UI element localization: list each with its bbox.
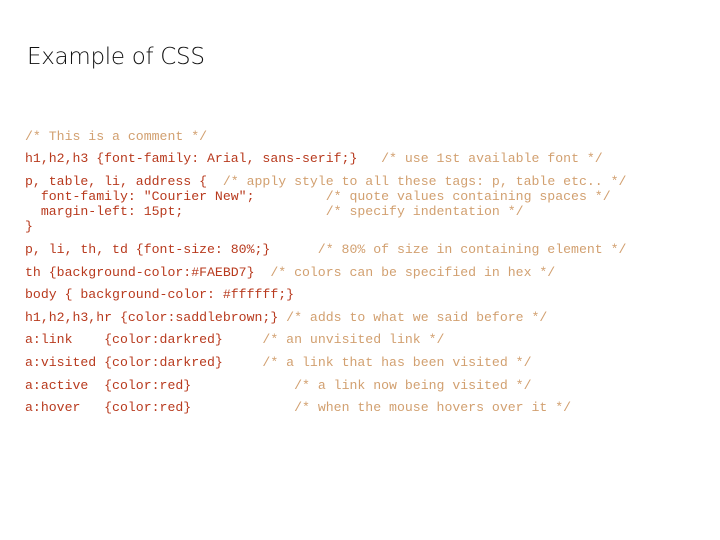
code-text: h1,h2,h3 {font-family: Arial, sans-serif… <box>25 151 358 166</box>
code-line: h1,h2,h3,hr {color:saddlebrown;} /* adds… <box>25 310 547 325</box>
code-text: a:link {color:darkred} <box>25 332 223 347</box>
code-line: a:hover {color:red} /* when the mouse ho… <box>25 400 571 415</box>
code-line: a:visited {color:darkred} /* a link that… <box>25 355 532 370</box>
code-text: p, li, th, td {font-size: 80%;} <box>25 242 271 257</box>
code-line: } <box>25 219 33 234</box>
code-comment: /* 80% of size in containing element */ <box>270 242 627 257</box>
code-text: th {background-color:#FAEBD7} <box>25 265 255 280</box>
code-line: h1,h2,h3 {font-family: Arial, sans-serif… <box>25 151 603 166</box>
code-text: a:active {color:red} <box>25 378 192 393</box>
code-text: } <box>25 219 33 234</box>
code-text: a:hover {color:red} <box>25 400 192 415</box>
code-comment: /* a link now being visited */ <box>191 378 532 393</box>
code-text: body { background-color: #ffffff;} <box>25 287 295 302</box>
code-comment: /* an unvisited link */ <box>222 332 445 347</box>
code-comment: /* adds to what we said before */ <box>278 310 548 325</box>
code-line: /* This is a comment */ <box>25 129 207 144</box>
code-line: p, li, th, td {font-size: 80%;} /* 80% o… <box>25 242 626 257</box>
code-comment: /* specify indentation */ <box>183 204 524 219</box>
css-code-block: /* This is a comment */ h1,h2,h3 {font-f… <box>25 0 715 415</box>
code-comment: /* a link that has been visited */ <box>222 355 532 370</box>
code-line: a:active {color:red} /* a link now being… <box>25 378 532 393</box>
code-text: font-family: "Courier New"; <box>25 189 255 204</box>
code-line: a:link {color:darkred} /* an unvisited l… <box>25 332 444 347</box>
code-text: h1,h2,h3,hr {color:saddlebrown;} <box>25 310 279 325</box>
code-comment: /* use 1st available font */ <box>357 151 603 166</box>
code-comment: /* apply style to all these tags: p, tab… <box>222 174 627 189</box>
code-text: p, table, li, address { <box>25 174 223 189</box>
code-comment: /* quote values containing spaces */ <box>254 189 611 204</box>
code-comment: /* when the mouse hovers over it */ <box>191 400 572 415</box>
code-line: body { background-color: #ffffff;} <box>25 287 294 302</box>
code-line: font-family: "Courier New"; /* quote val… <box>25 189 611 204</box>
code-text: margin-left: 15pt; <box>25 204 184 219</box>
code-comment: /* This is a comment */ <box>25 129 208 144</box>
code-line: p, table, li, address { /* apply style t… <box>25 174 626 189</box>
code-text: a:visited {color:darkred} <box>25 355 223 370</box>
code-line: th {background-color:#FAEBD7} /* colors … <box>25 265 555 280</box>
code-comment: /* colors can be specified in hex */ <box>254 265 556 280</box>
code-line: margin-left: 15pt; /* specify indentatio… <box>25 204 524 219</box>
